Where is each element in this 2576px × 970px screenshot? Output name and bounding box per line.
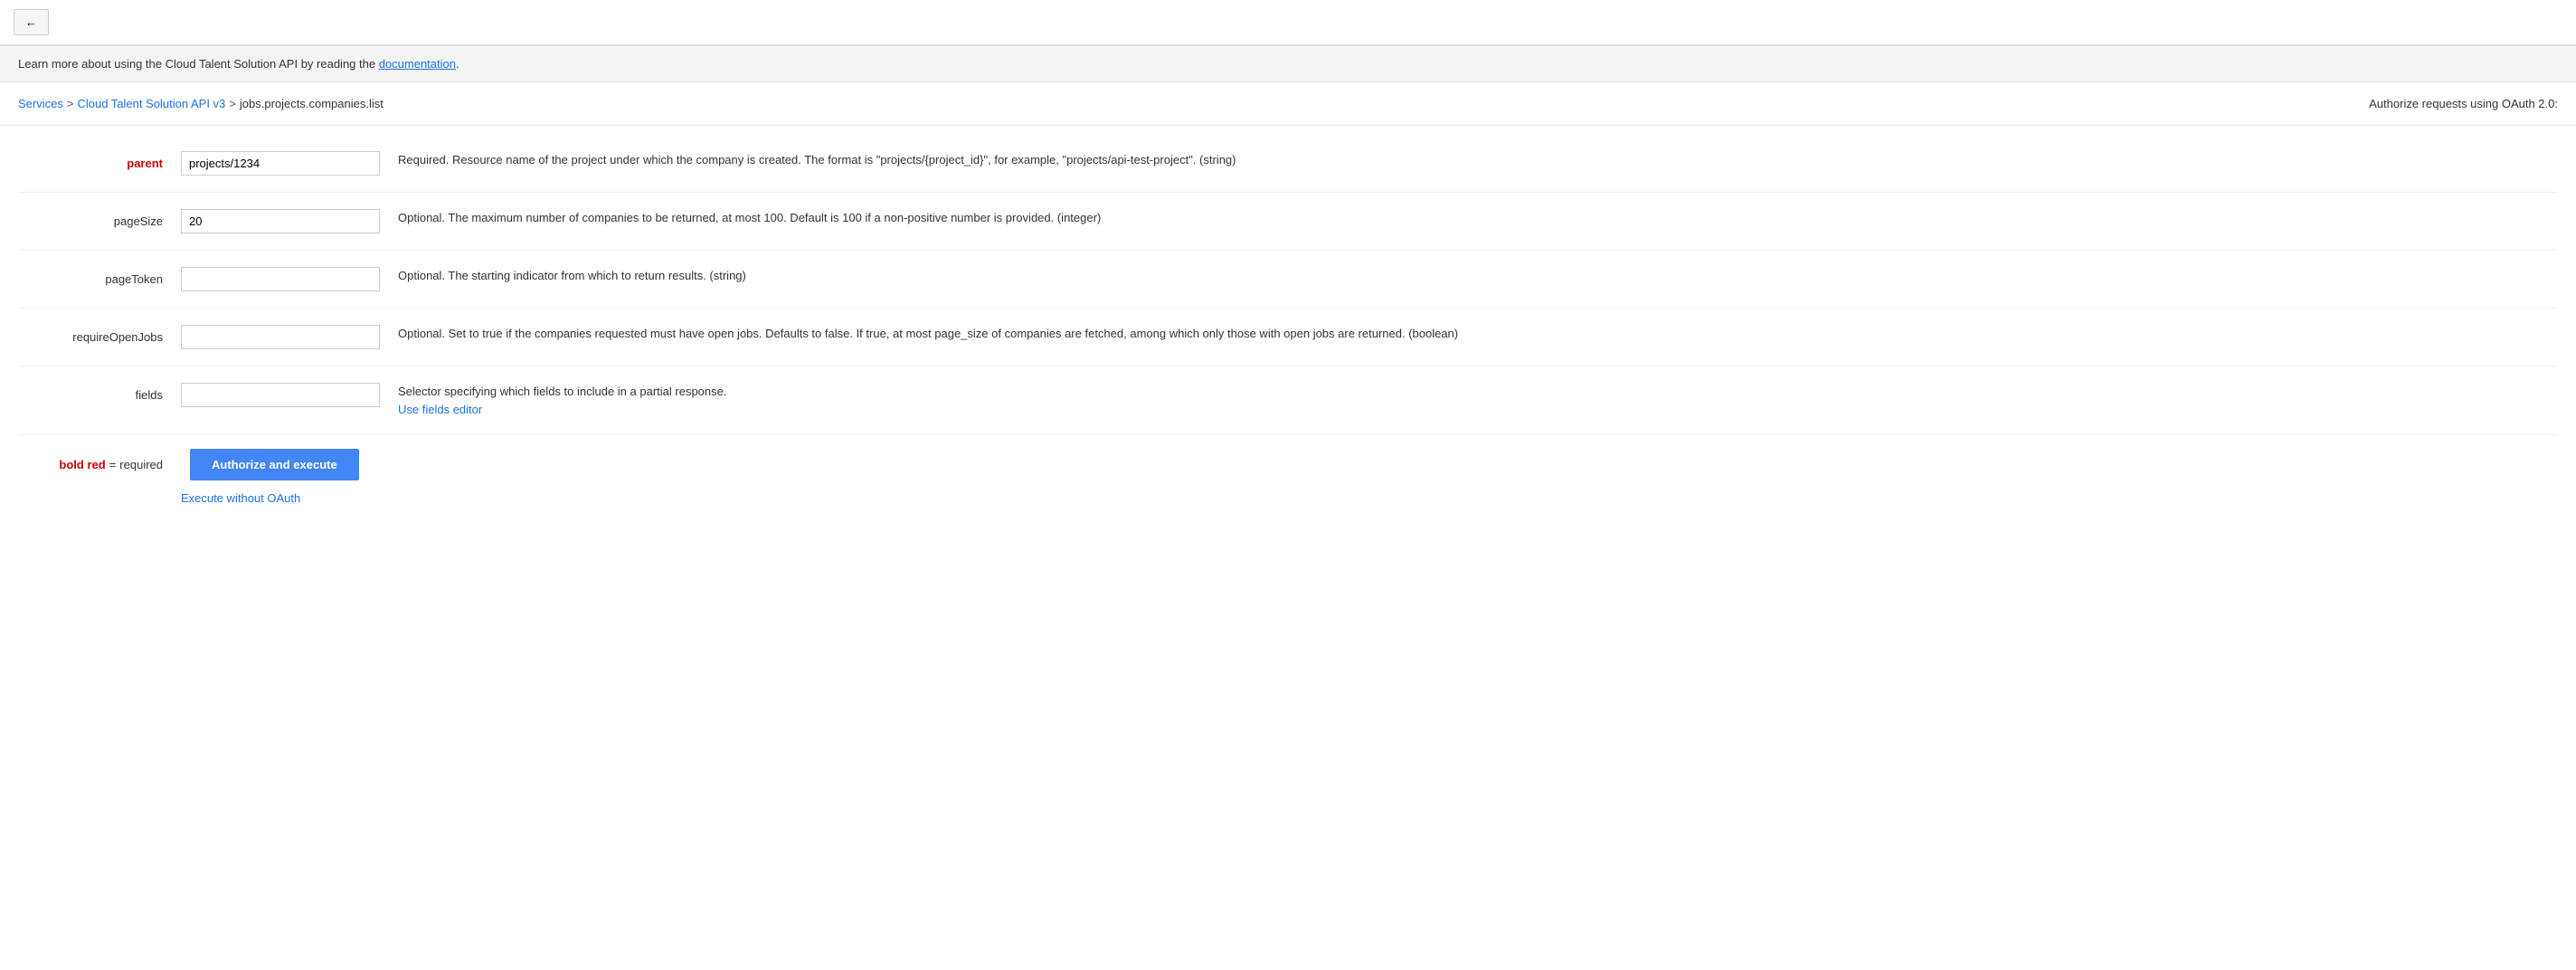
info-banner-text-after: . xyxy=(456,57,459,71)
desc-pagesize: Optional. The maximum number of companie… xyxy=(398,209,2558,227)
execute-oauth-link-container: Execute without OAuth xyxy=(181,480,2540,505)
documentation-link[interactable]: documentation xyxy=(379,57,456,71)
input-wrapper-fields xyxy=(181,383,380,407)
legend-required-text: required xyxy=(119,458,163,471)
input-wrapper-pagesize xyxy=(181,209,380,233)
input-wrapper-pagetoken xyxy=(181,267,380,291)
execute-without-oauth-link[interactable]: Execute without OAuth xyxy=(181,491,300,505)
api-link[interactable]: Cloud Talent Solution API v3 xyxy=(77,97,225,110)
legend-equals: = xyxy=(109,458,117,471)
oauth-label: Authorize requests using OAuth 2.0: xyxy=(2369,97,2558,110)
label-pagetoken: pageToken xyxy=(18,267,181,286)
label-parent: parent xyxy=(18,151,181,170)
info-banner: Learn more about using the Cloud Talent … xyxy=(0,45,2576,82)
legend-bold-red: bold red xyxy=(59,458,105,471)
form-row-requireopenjobs: requireOpenJobs Optional. Set to true if… xyxy=(18,309,2558,366)
info-banner-text: Learn more about using the Cloud Talent … xyxy=(18,57,379,71)
back-button-bar: ← xyxy=(0,0,2576,45)
input-pagetoken[interactable] xyxy=(181,267,380,291)
legend-part: bold red = required xyxy=(18,458,181,471)
form-row-pagetoken: pageToken Optional. The starting indicat… xyxy=(18,251,2558,309)
input-parent[interactable] xyxy=(181,151,380,176)
form-row-parent: parent Required. Resource name of the pr… xyxy=(18,135,2558,193)
authorize-execute-button[interactable]: Authorize and execute xyxy=(190,449,359,480)
breadcrumb-separator-2: > xyxy=(229,97,236,110)
use-fields-editor-link[interactable]: Use fields editor xyxy=(398,403,482,416)
breadcrumb-left: Services > Cloud Talent Solution API v3 … xyxy=(18,97,384,110)
breadcrumb-current: jobs.projects.companies.list xyxy=(240,97,384,110)
desc-parent: Required. Resource name of the project u… xyxy=(398,151,2558,169)
breadcrumb-separator-1: > xyxy=(67,97,74,110)
breadcrumb: Services > Cloud Talent Solution API v3 … xyxy=(0,82,2576,126)
input-requireopenjobs[interactable] xyxy=(181,325,380,349)
label-fields: fields xyxy=(18,383,181,402)
form-row-pagesize: pageSize Optional. The maximum number of… xyxy=(18,193,2558,251)
form-row-fields: fields Selector specifying which fields … xyxy=(18,366,2558,435)
form-container: parent Required. Resource name of the pr… xyxy=(0,126,2576,550)
input-pagesize[interactable] xyxy=(181,209,380,233)
services-link[interactable]: Services xyxy=(18,97,63,110)
input-fields[interactable] xyxy=(181,383,380,407)
bottom-actions: bold red = required Authorize and execut… xyxy=(18,435,2558,523)
desc-fields: Selector specifying which fields to incl… xyxy=(398,383,2558,418)
input-wrapper-requireopenjobs xyxy=(181,325,380,349)
legend-and-button: bold red = required Authorize and execut… xyxy=(18,449,2540,480)
label-requireopenjobs: requireOpenJobs xyxy=(18,325,181,344)
label-pagesize: pageSize xyxy=(18,209,181,228)
desc-pagetoken: Optional. The starting indicator from wh… xyxy=(398,267,2558,285)
back-button[interactable]: ← xyxy=(14,9,49,35)
input-wrapper-parent xyxy=(181,151,380,176)
desc-requireopenjobs: Optional. Set to true if the companies r… xyxy=(398,325,2558,343)
